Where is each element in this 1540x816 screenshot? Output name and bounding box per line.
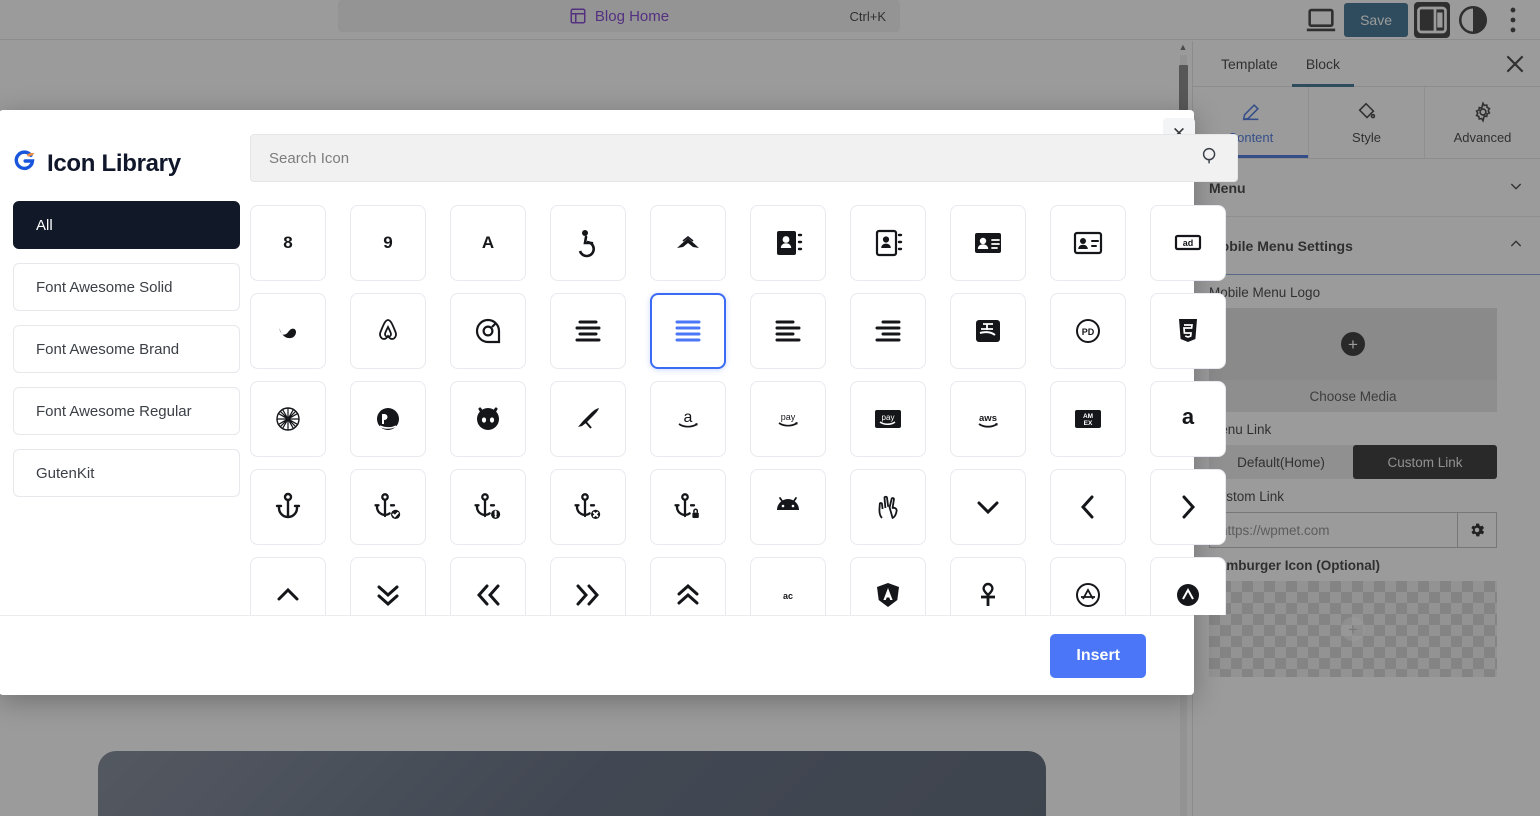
search-input[interactable] [267, 148, 1199, 168]
angles-left-icon[interactable] [450, 557, 526, 615]
svg-text:pay: pay [882, 413, 895, 422]
svg-text:pay: pay [781, 412, 796, 422]
address-book-icon[interactable] [750, 205, 826, 281]
angle-left-icon[interactable] [1050, 469, 1126, 545]
amazon-pay-circle-icon[interactable] [350, 381, 426, 457]
angle-down-icon[interactable] [950, 469, 1026, 545]
svg-text:aws: aws [979, 413, 997, 424]
wheelchair-move-icon[interactable] [550, 205, 626, 281]
search-icon[interactable] [1199, 145, 1221, 172]
500px-icon[interactable]: 8 [250, 205, 326, 281]
svg-text:A: A [482, 233, 494, 252]
svg-text:ad: ad [1183, 238, 1194, 248]
android-icon[interactable] [750, 469, 826, 545]
address-card-icon[interactable] [950, 205, 1026, 281]
modal-brand: Icon Library [13, 148, 240, 179]
insert-button[interactable]: Insert [1050, 633, 1146, 678]
angrycreative-icon[interactable]: ac [750, 557, 826, 615]
svg-text:EX: EX [1084, 420, 1093, 427]
icon-category-gutenkit[interactable]: GutenKit [13, 449, 240, 497]
anchor-icon[interactable] [250, 469, 326, 545]
modal-title: Icon Library [47, 149, 181, 177]
aws-icon[interactable]: aws [950, 381, 1026, 457]
angular-icon[interactable] [850, 557, 926, 615]
icon-library-modal: ✕ Icon Library AllFont Awesome SolidFont… [0, 110, 1238, 695]
svg-text:a: a [684, 409, 693, 426]
icon-category-label: Font Awesome Brand [36, 340, 180, 358]
align-right-icon[interactable] [850, 293, 926, 369]
amilia-icon[interactable] [250, 381, 326, 457]
gutenkit-logo-icon [13, 148, 39, 179]
svg-text:PD: PD [1082, 327, 1095, 337]
icon-category-label: Font Awesome Regular [36, 402, 192, 420]
html5-shield-icon[interactable] [1150, 293, 1226, 369]
modal-body: Icon Library All Font Awesome Solid Font A… [0, 110, 1238, 615]
icon-category-label: Font Awesome Solid [36, 278, 173, 296]
accessible-icon-brand[interactable]: 9 [350, 205, 426, 281]
cc-amex-icon[interactable]: AM EX [1050, 381, 1126, 457]
anchor-circle-xmark-icon[interactable] [550, 469, 626, 545]
ad-rectangle-icon[interactable]: ad [1150, 205, 1226, 281]
anchor-circle-check-icon[interactable] [350, 469, 426, 545]
align-center-icon[interactable] [550, 293, 626, 369]
amazon-a-icon[interactable]: a [1150, 381, 1226, 457]
app-store-ios-icon[interactable] [1150, 557, 1226, 615]
hand-peace-icon[interactable] [850, 469, 926, 545]
icon-grid-wrapper: 8 9 Aad PD a pay pay aws AM EX a ac [250, 205, 1238, 615]
algolia-icon[interactable] [450, 293, 526, 369]
icon-category-all[interactable]: All [13, 201, 240, 249]
angle-right-icon[interactable] [1150, 469, 1226, 545]
align-justify-icon[interactable] [650, 293, 726, 369]
icon-category-font-awesome-brand[interactable]: Font Awesome Brand [13, 325, 240, 373]
align-left-icon[interactable] [750, 293, 826, 369]
icon-library-sidebar: Icon Library All Font Awesome Solid Font A… [0, 110, 240, 615]
creative-commons-pd-icon[interactable]: PD [1050, 293, 1126, 369]
anchor-lock-icon[interactable] [650, 469, 726, 545]
icon-grid: 8 9 Aad PD a pay pay aws AM EX a ac [250, 205, 1238, 615]
cc-amazon-pay-icon[interactable]: pay [850, 381, 926, 457]
ankh-icon[interactable] [950, 557, 1026, 615]
svg-text:ac: ac [783, 591, 793, 601]
svg-text:8: 8 [283, 233, 292, 252]
amazon-icon[interactable]: a [650, 381, 726, 457]
modal-footer: Insert [0, 615, 1194, 695]
icon-category-font-awesome-solid[interactable]: Font Awesome Solid [13, 263, 240, 311]
adn-icon[interactable] [250, 293, 326, 369]
alipay-icon[interactable] [950, 293, 1026, 369]
anchor-circle-exclamation-icon[interactable] [450, 469, 526, 545]
angles-right-icon[interactable] [550, 557, 626, 615]
icon-library-main: 8 9 Aad PD a pay pay aws AMEX a ac [240, 110, 1274, 615]
search-bar [250, 134, 1238, 182]
accusoft-icon[interactable]: A [450, 205, 526, 281]
app-store-icon[interactable] [1050, 557, 1126, 615]
acquisitions-incorporated-icon[interactable] [650, 205, 726, 281]
angles-up-icon[interactable] [650, 557, 726, 615]
address-card-regular-icon[interactable] [1050, 205, 1126, 281]
angle-up-icon[interactable] [250, 557, 326, 615]
angles-down-icon[interactable] [350, 557, 426, 615]
svg-text:a: a [1182, 404, 1195, 429]
icon-category-label: GutenKit [36, 464, 95, 482]
svg-text:AM: AM [1083, 413, 1093, 420]
icon-category-label: All [36, 216, 53, 234]
amazon-pay-icon[interactable]: pay [750, 381, 826, 457]
icon-category-font-awesome-regular[interactable]: Font Awesome Regular [13, 387, 240, 435]
svg-text:9: 9 [383, 233, 392, 252]
github-alt-icon[interactable] [450, 381, 526, 457]
icon-category-list: All Font Awesome Solid Font Awesome Brand F… [13, 201, 240, 497]
alicorn-icon[interactable] [550, 381, 626, 457]
address-book-regular-icon[interactable] [850, 205, 926, 281]
airbnb-icon[interactable] [350, 293, 426, 369]
